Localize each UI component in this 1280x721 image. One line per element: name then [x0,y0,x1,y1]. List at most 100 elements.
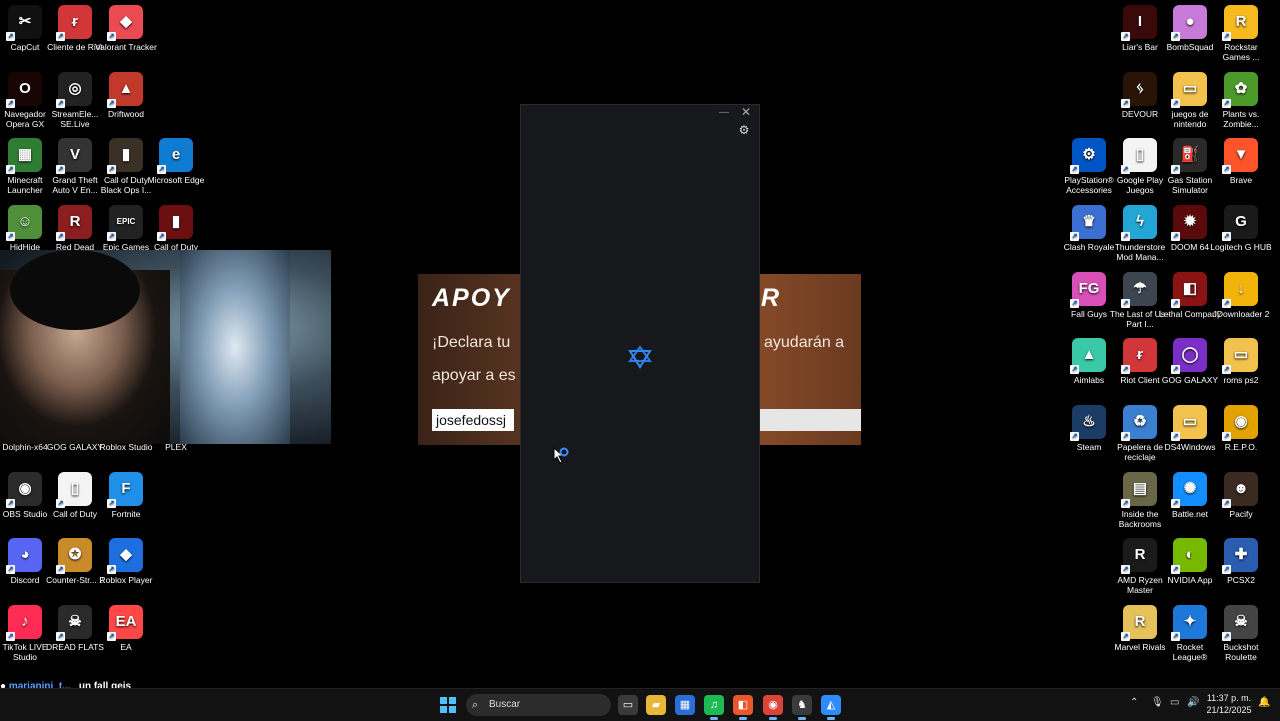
network-icon[interactable]: ▭ [1170,697,1179,708]
desktop-icon-label: Pacify [1229,509,1253,519]
creator-code-input[interactable]: josefedossj [432,409,514,431]
app-icon: V ↗ [56,138,92,174]
app-icon: ▭ ↗ [1222,338,1258,374]
desktop-icon-label: Brave [1229,175,1253,185]
gear-icon[interactable]: ⚙ [737,123,751,137]
shortcut-arrow-icon: ↗ [1070,432,1079,441]
volume-icon[interactable]: 🔊 [1187,697,1199,708]
taskbar-clock[interactable]: 11:37 p. m. 21/12/2025 [1203,692,1255,716]
shortcut-arrow-icon: ↗ [1171,632,1180,641]
desktop-icon[interactable]: ▼ ↗ Brave [1210,138,1272,185]
app-icon: ☂ ↗ [1121,272,1157,308]
chevron-up-icon[interactable]: ⌃ [1130,697,1138,708]
app-glyph: ▤ [1132,480,1148,497]
taskbar-app-app-orange[interactable]: ◧ [733,695,753,715]
app-icon: ◧ ↗ [1171,272,1207,308]
app-glyph: EPIC [116,217,136,226]
app-glyph: ♛ [1082,213,1096,230]
notification-icon[interactable]: 🔔 [1258,697,1270,708]
app-glyph: F [121,480,131,497]
app-glyph: ☠ [1234,613,1248,630]
desktop-icon[interactable]: ◆ ↗ Valorant Tracker [95,5,157,52]
app-icon: ▮ ↗ [157,205,193,241]
desktop-icon[interactable]: ▲ ↗ Driftwood [95,72,157,119]
desktop-icon-label: JDownloader 2 [1212,309,1270,319]
app-glyph: ↓ [1237,280,1245,297]
app-icon: ✂ ↗ [6,5,42,41]
desktop-icon-label: Driftwood [108,109,144,119]
desktop-icon[interactable]: ◆ ↗ Roblox Player [95,538,157,585]
shortcut-arrow-icon: ↗ [1121,99,1130,108]
shortcut-arrow-icon: ↗ [1070,232,1079,241]
app-glyph: ✚ [1234,546,1248,563]
shortcut-arrow-icon: ↗ [56,32,65,41]
banner-text-line2: apoyar a es [432,367,516,384]
app-glyph: ◆ [120,13,132,30]
desktop-icon[interactable]: ☠ ↗ Buckshot Roulette [1210,605,1272,662]
taskbar-app-task-view[interactable]: ▭ [618,695,638,715]
desktop-icon[interactable]: R ↗ Rockstar Games ... [1210,5,1272,62]
shortcut-arrow-icon: ↗ [6,232,15,241]
app-glyph: ⚙ [1082,146,1096,163]
launcher-loading-window: — ✕ ⚙ [520,104,760,583]
app-icon: G ↗ [1222,205,1258,241]
desktop-icon[interactable]: ↓ ↗ JDownloader 2 [1210,272,1272,319]
desktop-icon[interactable]: ▮ ↗ Call of Duty [145,205,207,252]
app-glyph: ᵲ [72,13,78,30]
app-icon: ◐ ↗ [1171,538,1207,574]
shortcut-arrow-icon: ↗ [1171,99,1180,108]
microphone-icon[interactable]: 🎙 [1151,697,1164,708]
desktop-icon[interactable]: F ↗ Fortnite [95,472,157,519]
app-glyph: ▦ [17,146,33,163]
desktop-icon[interactable]: e ↗ Microsoft Edge [145,138,207,185]
desktop-icon[interactable]: ◉ ↗ R.E.P.O. [1210,405,1272,452]
app-glyph: ✺ [1183,480,1197,497]
taskbar-search-box[interactable]: ⌕ Buscar [466,694,611,716]
desktop-icon[interactable]: ✚ ↗ PCSX2 [1210,538,1272,585]
app-icon: I ↗ [1121,5,1157,41]
banner-title-right: R [761,284,780,312]
app-glyph: ✹ [1183,213,1197,230]
desktop-icon[interactable]: ☻ ↗ Pacify [1210,472,1272,519]
app-icon: ♛ ↗ [1070,205,1106,241]
app-icon: ◆ ↗ [107,538,143,574]
taskbar-app-spotify[interactable]: ♫ [704,695,724,715]
app-glyph: V [69,146,80,163]
desktop-icon[interactable]: G ↗ Logitech G HUB [1210,205,1272,252]
app-glyph: ▭ [1182,413,1198,430]
shortcut-arrow-icon: ↗ [1171,499,1180,508]
app-icon: R ↗ [1222,5,1258,41]
taskbar-app-file-explorer[interactable]: ▰ [646,695,666,715]
app-icon: O ↗ [6,72,42,108]
clock-date: 21/12/2025 [1206,705,1252,715]
taskbar-app-chrome[interactable]: ◉ [763,695,783,715]
desktop-icon[interactable]: EA ↗ EA [95,605,157,652]
app-glyph: G [1235,213,1247,230]
launcher-logo-icon [628,345,652,369]
taskbar-app-microsoft-store[interactable]: ▦ [675,695,695,715]
app-glyph: ▯ [70,480,80,497]
search-placeholder: Buscar [489,699,521,710]
minimize-button[interactable]: — [719,107,729,118]
app-icon: ✿ ↗ [1222,72,1258,108]
close-button[interactable]: ✕ [741,105,751,119]
taskbar-app-launcher-app[interactable]: ◭ [821,695,841,715]
shortcut-arrow-icon: ↗ [1121,232,1130,241]
app-glyph: ⛽ [1180,146,1200,163]
desktop-icon-label: EA [120,642,132,652]
desktop-icon[interactable]: ▭ ↗ roms ps2 [1210,338,1272,385]
desktop-icon-label: Roblox Player [99,575,153,585]
search-icon: ⌕ [472,699,479,711]
desktop-icon-label: Plants vs. Zombie... [1222,109,1260,129]
shortcut-arrow-icon: ↗ [107,565,116,574]
desktop-icon[interactable]: ✿ ↗ Plants vs. Zombie... [1210,72,1272,129]
creator-code-input-right[interactable] [760,409,861,431]
windows-start-icon[interactable] [440,697,456,713]
app-glyph: ◯ [1181,346,1199,363]
app-glyph: ϟ [1136,213,1144,230]
app-icon: ✹ ↗ [1171,205,1207,241]
app-icon: R ↗ [56,205,92,241]
app-icon: ● ↗ [1171,5,1207,41]
shortcut-arrow-icon: ↗ [1222,165,1231,174]
taskbar-app-app-fox[interactable]: ♞ [792,695,812,715]
